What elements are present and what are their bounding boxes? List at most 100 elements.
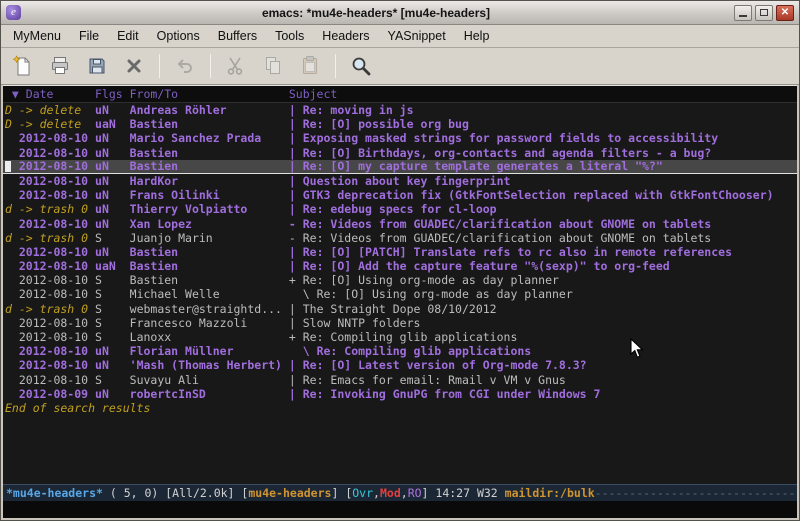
close-buffer-button[interactable] <box>120 52 148 80</box>
row-field: 2012-08-10 <box>5 159 95 173</box>
search-icon <box>349 54 373 78</box>
row-field: | Re: edebug specs for cl-loop <box>289 202 497 216</box>
row-field: | Re: [O] Latest version of Org-mode 7.8… <box>289 358 587 372</box>
end-of-results-text: End of search results <box>3 401 797 415</box>
message-row[interactable]: 2012-08-10 uN 'Mash (Thomas Herbert) | R… <box>3 358 797 372</box>
message-row[interactable]: 2012-08-10 uN Bastien | Re: [O] Birthday… <box>3 146 797 160</box>
minimize-icon <box>739 15 747 17</box>
modeline-segment: maildir:/bulk <box>505 486 595 500</box>
message-row[interactable]: 2012-08-10 uN Bastien | Re: [O] my captu… <box>3 160 797 174</box>
headers-column-header[interactable]: ▼ Date Flgs From/To Subject <box>3 85 797 103</box>
row-field: uaN <box>95 117 130 131</box>
row-field: + Re: [O] Using org-mode as day planner <box>289 273 559 287</box>
titlebar[interactable]: e emacs: *mu4e-headers* [mu4e-headers] ✕ <box>1 1 799 25</box>
row-field: uN <box>95 387 130 401</box>
empty-buffer-space <box>3 415 797 484</box>
modeline-segment: *mu4e-headers* <box>6 486 103 500</box>
row-field: 2012-08-10 <box>5 217 95 231</box>
row-field: S <box>95 302 130 316</box>
menu-file[interactable]: File <box>70 27 108 45</box>
print-button[interactable] <box>46 52 74 80</box>
row-field: | Question about key fingerprint <box>289 174 511 188</box>
echo-area <box>3 501 797 518</box>
message-row[interactable]: 2012-08-10 S Lanoxx + Re: Compiling glib… <box>3 330 797 344</box>
row-field: | Re: Emacs for email: Rmail v VM v Gnus <box>289 373 566 387</box>
row-field: - Re: Videos from GUADEC/clarification a… <box>289 217 711 231</box>
modeline-segment: ( 5, 0) [All/2.0k] <box>103 486 241 500</box>
copy-button[interactable] <box>259 52 287 80</box>
menu-options[interactable]: Options <box>148 27 209 45</box>
undo-icon <box>173 54 197 78</box>
row-field: Xan Lopez <box>130 217 289 231</box>
search-button[interactable] <box>347 52 375 80</box>
row-field: 'Mash (Thomas Herbert) <box>130 358 289 372</box>
row-field: - Re: Videos from GUADEC/clarification a… <box>289 231 711 245</box>
message-row[interactable]: D -> delete uN Andreas Röhler | Re: movi… <box>3 103 797 117</box>
modeline-segment: , <box>401 486 408 500</box>
save-button[interactable] <box>83 52 111 80</box>
row-field: S <box>95 273 130 287</box>
menu-yasnippet[interactable]: YASnippet <box>379 27 455 45</box>
row-field: \ Re: Compiling glib applications <box>289 344 531 358</box>
message-row[interactable]: d -> trash 0 S Juanjo Marin - Re: Videos… <box>3 231 797 245</box>
copy-icon <box>261 54 285 78</box>
maximize-button[interactable] <box>755 5 773 21</box>
menu-buffers[interactable]: Buffers <box>209 27 266 45</box>
row-field: uN <box>95 217 130 231</box>
menu-tools[interactable]: Tools <box>266 27 313 45</box>
undo-button[interactable] <box>171 52 199 80</box>
row-field: uN <box>95 344 130 358</box>
message-row[interactable]: 2012-08-10 S Suvayu Ali | Re: Emacs for … <box>3 373 797 387</box>
row-field: 2012-08-10 <box>5 373 95 387</box>
modeline-segment: , <box>373 486 380 500</box>
message-row[interactable]: D -> delete uaN Bastien | Re: [O] possib… <box>3 117 797 131</box>
row-field: S <box>95 287 130 301</box>
message-row[interactable]: 2012-08-10 S Francesco Mazzoli | Slow NN… <box>3 316 797 330</box>
cut-button[interactable] <box>222 52 250 80</box>
new-file-icon <box>11 54 35 78</box>
message-row[interactable]: 2012-08-10 uaN Bastien | Re: [O] Add the… <box>3 259 797 273</box>
message-row[interactable]: 2012-08-10 uN Xan Lopez - Re: Videos fro… <box>3 217 797 231</box>
message-row[interactable]: 2012-08-10 uN Florian Müllner \ Re: Comp… <box>3 344 797 358</box>
message-row[interactable]: 2012-08-09 uN robertcInSD | Re: Invoking… <box>3 387 797 401</box>
window-title: emacs: *mu4e-headers* [mu4e-headers] <box>21 6 731 20</box>
row-field: Bastien <box>130 259 289 273</box>
message-row[interactable]: 2012-08-10 uN HardKor | Question about k… <box>3 174 797 188</box>
toolbar-separator <box>159 54 160 78</box>
message-row[interactable]: 2012-08-10 uN Bastien | Re: [O] [PATCH] … <box>3 245 797 259</box>
row-field: Juanjo Marin <box>130 231 289 245</box>
emacs-app-icon: e <box>6 5 21 20</box>
minimize-button[interactable] <box>734 5 752 21</box>
new-file-button[interactable] <box>9 52 37 80</box>
mode-line[interactable]: *mu4e-headers* ( 5, 0) [All/2.0k] [mu4e-… <box>3 484 797 501</box>
maximize-icon <box>760 9 768 16</box>
message-row[interactable]: 2012-08-10 S Michael Welle \ Re: [O] Usi… <box>3 287 797 301</box>
row-field: 2012-08-10 <box>5 287 95 301</box>
message-row[interactable]: 2012-08-10 uN Frans Oilinki | GTK3 depre… <box>3 188 797 202</box>
row-field: | Re: [O] my capture template generates … <box>289 159 663 173</box>
row-field: uN <box>95 146 130 160</box>
menu-mymenu[interactable]: MyMenu <box>4 27 70 45</box>
row-field: Florian Müllner <box>130 344 289 358</box>
row-field: uN <box>95 159 130 173</box>
menu-edit[interactable]: Edit <box>108 27 148 45</box>
menu-help[interactable]: Help <box>455 27 499 45</box>
row-field: 2012-08-10 <box>5 245 95 259</box>
paste-button[interactable] <box>296 52 324 80</box>
row-field: robertcInSD <box>130 387 289 401</box>
row-field: 2012-08-10 <box>5 131 95 145</box>
message-row[interactable]: d -> trash 0 uN Thierry Volpiatto | Re: … <box>3 202 797 216</box>
print-icon <box>48 54 72 78</box>
message-row[interactable]: 2012-08-10 S Bastien + Re: [O] Using org… <box>3 273 797 287</box>
menu-headers[interactable]: Headers <box>313 27 378 45</box>
emacs-frame: ▼ Date Flgs From/To Subject D -> delete … <box>1 85 799 520</box>
close-button[interactable]: ✕ <box>776 5 794 21</box>
row-field: | GTK3 deprecation fix (GtkFontSelection… <box>289 188 774 202</box>
row-field: 2012-08-10 <box>5 146 95 160</box>
row-field: | Slow NNTP folders <box>289 316 421 330</box>
message-row[interactable]: 2012-08-10 uN Mario Sanchez Prada | Expo… <box>3 131 797 145</box>
row-field: webmaster@straightd... <box>130 302 289 316</box>
row-field: | The Straight Dope 08/10/2012 <box>289 302 497 316</box>
message-row[interactable]: d -> trash 0 S webmaster@straightd... | … <box>3 302 797 316</box>
row-field: uaN <box>95 259 130 273</box>
